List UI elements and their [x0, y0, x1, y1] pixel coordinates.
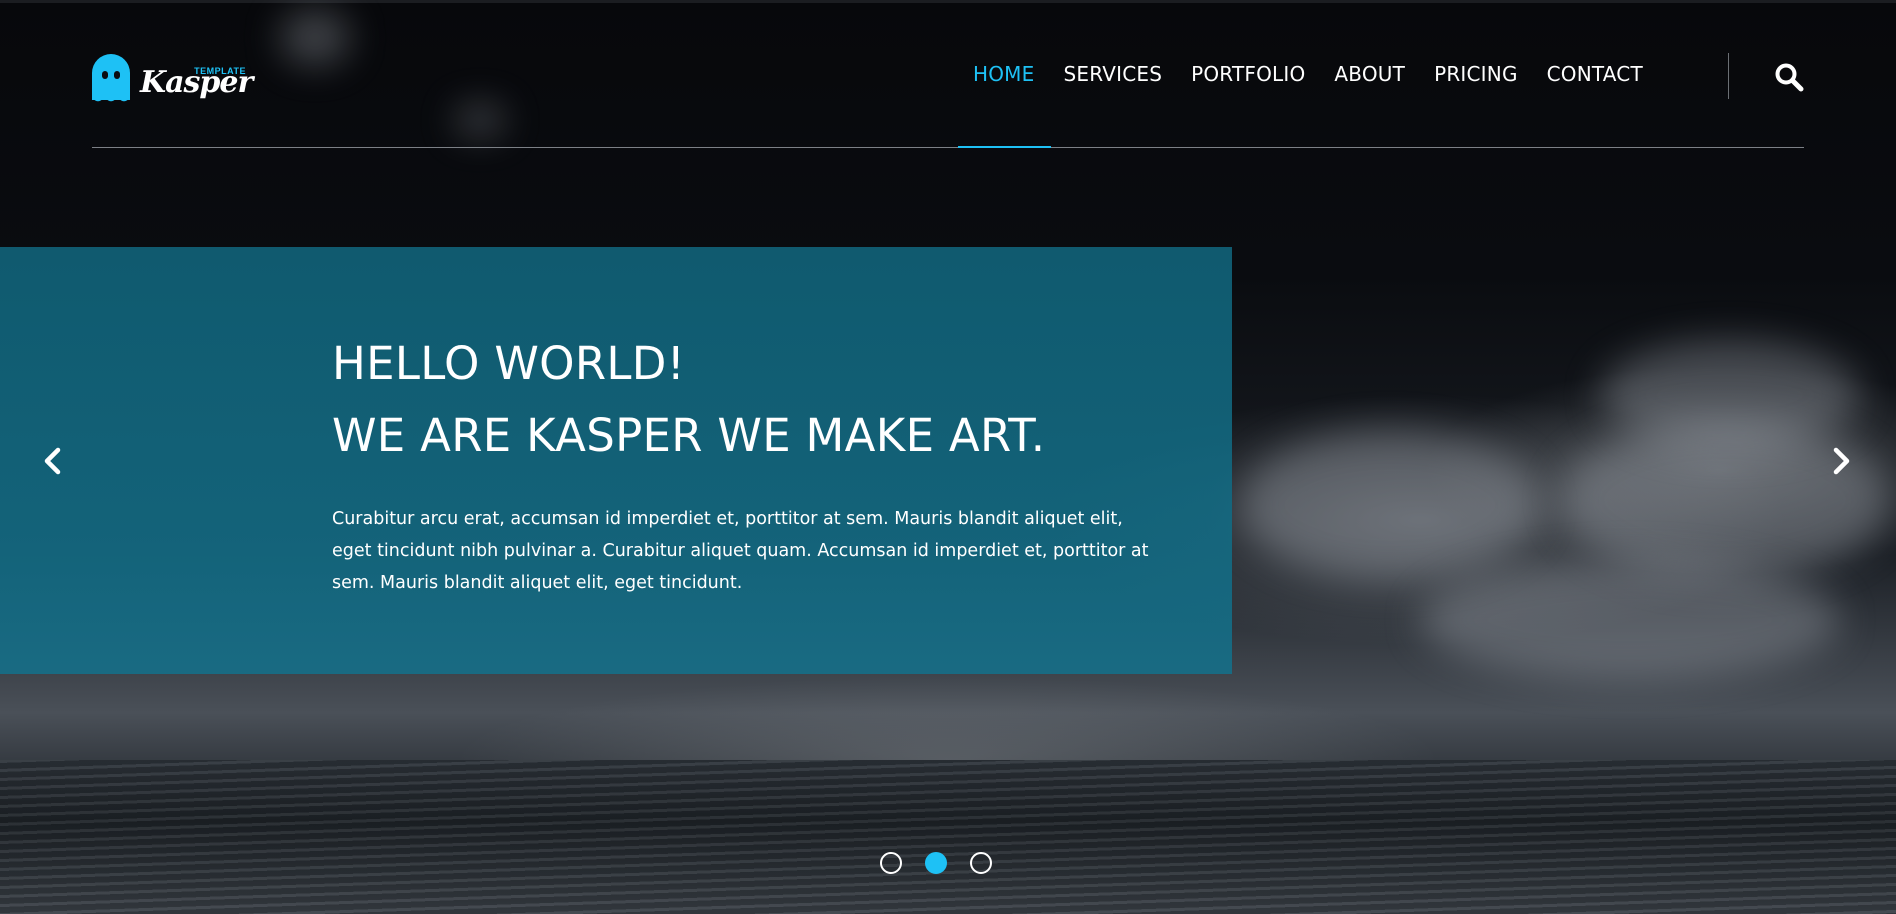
nav-item-services[interactable]: SERVICES	[1063, 62, 1162, 86]
hero-section: TEMPLATE Kasper HOME SERVICES PORTFOLIO …	[0, 0, 1896, 914]
nav-divider	[1728, 53, 1729, 99]
slider-prev-button[interactable]	[40, 446, 66, 476]
slider-dot-3[interactable]	[970, 852, 992, 874]
slide-title-line-1: HELLO WORLD!	[332, 337, 686, 390]
header-rule	[92, 147, 1804, 148]
logo-name: Kasper	[140, 65, 253, 100]
slide-title-line-2: WE ARE KASPER WE MAKE ART.	[332, 409, 1046, 462]
nav-active-indicator	[958, 146, 1051, 148]
nav-item-portfolio[interactable]: PORTFOLIO	[1191, 62, 1305, 86]
nav-item-contact[interactable]: CONTACT	[1547, 62, 1643, 86]
nav-item-home[interactable]: HOME	[973, 62, 1034, 86]
cloud-decoration	[455, 105, 505, 135]
nav-item-about[interactable]: ABOUT	[1334, 62, 1405, 86]
sea-background	[0, 760, 1896, 914]
cloud-decoration	[1420, 560, 1840, 680]
search-button[interactable]	[1774, 62, 1804, 92]
slider-next-button[interactable]	[1828, 446, 1854, 476]
nav-item-pricing[interactable]: PRICING	[1434, 62, 1518, 86]
chevron-left-icon	[44, 447, 61, 475]
top-border	[0, 0, 1896, 3]
slide-title: HELLO WORLD! WE ARE KASPER WE MAKE ART.	[332, 328, 1045, 472]
main-nav: HOME SERVICES PORTFOLIO ABOUT PRICING CO…	[973, 62, 1672, 86]
cloud-decoration	[1600, 340, 1860, 450]
slider-dot-1[interactable]	[880, 852, 902, 874]
cloud-decoration	[280, 10, 350, 65]
chevron-right-icon	[1833, 447, 1850, 475]
slider-pagination	[880, 852, 1015, 874]
slide-description: Curabitur arcu erat, accumsan id imperdi…	[332, 509, 1149, 593]
search-icon	[1775, 63, 1804, 92]
logo-wordmark: TEMPLATE Kasper	[140, 54, 253, 100]
brand-logo[interactable]: TEMPLATE Kasper	[92, 54, 253, 104]
cloud-decoration	[1240, 430, 1540, 580]
slider-dot-2[interactable]	[925, 852, 947, 874]
ghost-logo-icon	[92, 54, 130, 104]
